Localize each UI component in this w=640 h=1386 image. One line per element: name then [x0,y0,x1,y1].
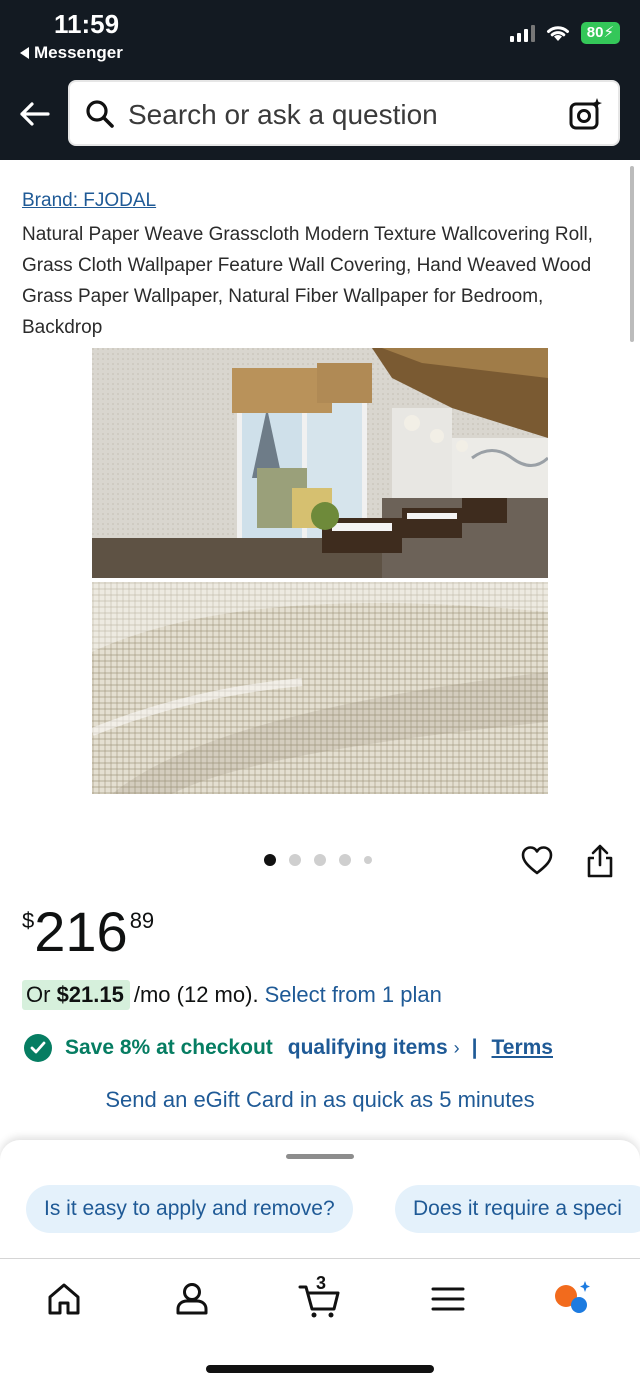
home-indicator [206,1365,434,1373]
wallpaper-roll-illustration [92,582,548,794]
camera-search-icon[interactable] [568,96,604,132]
bottom-tab-bar: 3 [0,1258,640,1386]
rufus-assistant-icon[interactable] [552,1279,592,1319]
wifi-icon [546,26,569,41]
monthly-payment: Or $21.15 /mo (12 mo). Select from 1 pla… [22,980,442,1010]
scroll-indicator [630,166,634,342]
promo-row: Save 8% at checkout qualifying items › |… [24,1034,553,1062]
image-carousel-dots [264,854,372,866]
carousel-dot-active[interactable] [264,854,276,866]
cart-count: 3 [316,1273,327,1293]
search-bar[interactable]: Search or ask a question [68,80,620,146]
carousel-dot[interactable] [364,856,372,864]
egift-link[interactable]: Send an eGift Card in as quick as 5 minu… [0,1087,640,1113]
chevron-right-icon[interactable]: › [454,1038,460,1059]
status-time: 11:59 [54,9,120,39]
question-chip[interactable]: Does it require a speci [395,1185,640,1233]
product-image-room[interactable] [92,348,548,578]
separator: | [471,1036,478,1059]
carousel-dot[interactable] [289,854,301,866]
qualifying-items-link[interactable]: qualifying items [288,1036,448,1060]
questions-sheet: Is it easy to apply and remove? Does it … [0,1140,640,1260]
heart-icon[interactable] [520,844,554,878]
carousel-dot[interactable] [339,854,351,866]
price-whole: 216 [34,900,128,963]
home-icon[interactable] [44,1279,84,1319]
sheet-drag-handle[interactable] [286,1154,354,1159]
terms-link[interactable]: Terms [492,1036,553,1060]
product-title: Natural Paper Weave Grasscloth Modern Te… [22,224,593,338]
menu-icon[interactable] [428,1279,468,1319]
account-icon[interactable] [172,1279,212,1319]
back-app-label: Messenger [34,43,123,62]
search-icon [86,100,114,128]
battery-indicator: 80⚡ [580,22,620,44]
monthly-suffix: /mo (12 mo). [133,982,259,1007]
share-icon[interactable] [584,843,616,879]
question-chip[interactable]: Is it easy to apply and remove? [26,1185,353,1233]
save-text: Save 8% at checkout [65,1036,273,1059]
status-icons: 80⚡ [509,22,620,44]
back-triangle-icon [20,47,29,59]
back-arrow-icon[interactable] [16,96,52,132]
product-image-texture[interactable] [92,582,548,794]
price-fraction: 89 [129,908,155,933]
cellular-signal-icon [509,24,535,42]
app-header: 11:59 Messenger 80⚡ Search or ask a ques… [0,0,640,160]
brand-link[interactable]: Brand: FJODAL [22,190,156,212]
cart-button[interactable]: 3 [298,1273,342,1319]
checkmark-icon [24,1034,52,1062]
select-plan-link[interactable]: Select from 1 plan [265,982,442,1008]
carousel-dot[interactable] [314,854,326,866]
search-placeholder[interactable]: Search or ask a question [128,99,438,131]
monthly-highlight: Or $21.15 [22,980,130,1010]
back-to-app-link[interactable]: Messenger [20,43,123,63]
price: $ 216 89 [22,900,154,964]
price-currency: $ [22,908,35,933]
room-scene-illustration [92,348,548,578]
